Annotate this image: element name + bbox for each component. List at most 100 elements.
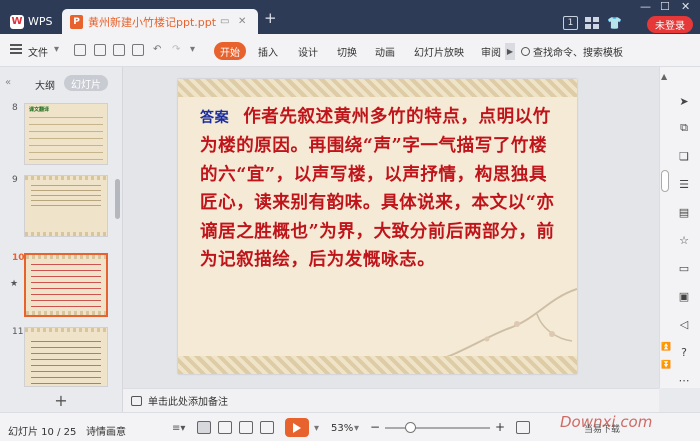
title-bar: W WPS P 黄州新建小竹楼记ppt.ppt ▭ ✕ + 1 👕 未登录 — …	[0, 0, 700, 34]
hamburger-menu-icon[interactable]	[10, 44, 22, 54]
tab-design[interactable]: 设计	[298, 44, 318, 59]
close-window-icon[interactable]: ✕	[681, 0, 690, 13]
zoom-dropdown-icon[interactable]: ▾	[354, 423, 359, 434]
image-icon[interactable]: ▣	[677, 289, 691, 303]
tab-animation[interactable]: 动画	[375, 44, 395, 59]
play-icon	[293, 422, 301, 433]
slide-number: 10	[12, 253, 25, 263]
apps-grid-icon[interactable]	[585, 17, 599, 29]
tab-review[interactable]: 审阅	[481, 44, 501, 59]
normal-view-icon[interactable]	[197, 421, 211, 434]
file-menu[interactable]: 文件	[28, 44, 48, 59]
play-slideshow-button[interactable]	[285, 418, 309, 437]
prev-slide-icon[interactable]: ⏫	[661, 342, 671, 351]
zoom-in-icon[interactable]: +	[495, 420, 505, 434]
close-tab-icon[interactable]: ✕	[238, 16, 246, 27]
tab-slideshow[interactable]: 幻灯片放映	[414, 44, 464, 59]
tab-insert[interactable]: 插入	[258, 44, 278, 59]
tab-slides[interactable]: 幻灯片	[64, 75, 108, 91]
zoom-level[interactable]: 53%	[331, 423, 353, 434]
more-icon[interactable]: ⋯	[677, 373, 691, 387]
presentation-file-icon: P	[70, 14, 83, 29]
slide-counter: 幻灯片 10 / 25	[8, 427, 77, 438]
answer-label: 答案	[200, 110, 230, 126]
fit-window-icon[interactable]	[516, 421, 530, 434]
slide-sorter-icon[interactable]	[218, 421, 232, 434]
preview-icon[interactable]	[132, 44, 144, 56]
search-icon	[521, 47, 530, 56]
slide-thumbnail[interactable]	[24, 327, 108, 387]
slide-number: 8	[12, 103, 18, 113]
copy-format-icon[interactable]: ⧉	[677, 121, 691, 135]
current-slide[interactable]: 答案 作者先叙述黄州多竹的特点，点明以竹为楼的原因。再围绕“声”字一气描写了竹楼的…	[178, 79, 577, 374]
right-toolbar	[659, 67, 700, 388]
zoom-out-icon[interactable]: −	[370, 420, 380, 434]
redo-icon[interactable]: ↷	[172, 44, 180, 55]
reading-view-icon[interactable]	[239, 421, 253, 434]
print-icon[interactable]	[113, 44, 125, 56]
save-icon[interactable]	[74, 44, 86, 56]
slide-border-bottom	[178, 356, 577, 374]
layout-icon[interactable]: ▭	[677, 261, 691, 275]
watermark-subtext: 当易下载	[584, 425, 621, 435]
document-tab[interactable]: P 黄州新建小竹楼记ppt.ppt ▭ ✕	[62, 9, 258, 34]
tab-start[interactable]: 开始	[214, 42, 246, 60]
notes-bar[interactable]: 单击此处添加备注	[123, 388, 659, 412]
zoom-slider-handle[interactable]	[405, 422, 416, 433]
tab-transition[interactable]: 切换	[337, 44, 357, 59]
zoom-slider[interactable]	[385, 427, 490, 429]
login-button[interactable]: 未登录	[647, 16, 693, 33]
thumbnail-border	[26, 311, 106, 315]
thumbnail-border	[25, 232, 107, 236]
slide-panel: « 大纲 幻灯片 8 课文翻译 9 10 ★ 11	[0, 67, 123, 388]
slide-body-text[interactable]: 答案 作者先叙述黄州多竹的特点，点明以竹为楼的原因。再围绕“声”字一气描写了竹楼的…	[200, 103, 560, 274]
minimize-icon[interactable]: —	[640, 0, 651, 13]
notes-placeholder: 单击此处添加备注	[148, 397, 228, 408]
collapse-panel-icon[interactable]: «	[5, 77, 11, 88]
add-slide-button[interactable]: +	[0, 388, 123, 412]
notes-icon	[131, 395, 142, 406]
monitor-icon[interactable]: ▭	[220, 16, 229, 27]
tabs-scroll-right-icon[interactable]: ▶	[505, 43, 515, 60]
document-icon[interactable]: ▤	[677, 205, 691, 219]
tab-outline[interactable]: 大纲	[35, 77, 55, 92]
plum-branch-decoration	[447, 288, 577, 358]
play-options-chevron-icon[interactable]: ▾	[314, 423, 319, 434]
shapes-icon[interactable]: ❏	[677, 149, 691, 163]
help-icon[interactable]: ?	[677, 345, 691, 359]
slide-thumbnail[interactable]: 课文翻译	[24, 103, 108, 165]
document-tab-title: 黄州新建小竹楼记ppt.ppt	[88, 15, 217, 29]
wps-home-tab[interactable]: W WPS	[4, 9, 58, 34]
menu-bar: 文件 ▾ ↶ ↷ ▾ 开始 插入 设计 切换 动画 幻灯片放映 审阅 ▶ 查找命…	[0, 34, 700, 67]
tab-count-badge[interactable]: 1	[563, 16, 578, 30]
notes-toggle-icon[interactable]: ≡▾	[172, 423, 185, 434]
answer-content: 作者先叙述黄州多竹的特点，点明以竹为楼的原因。再围绕“声”字一气描写了竹楼的六“…	[200, 107, 555, 271]
star-icon[interactable]: ☆	[677, 233, 691, 247]
settings-sliders-icon[interactable]: ☰	[677, 177, 691, 191]
wps-logo-icon: W	[10, 14, 24, 29]
canvas-scrollbar[interactable]	[661, 170, 669, 192]
export-icon[interactable]	[94, 44, 106, 56]
undo-icon[interactable]: ↶	[153, 44, 161, 55]
new-tab-icon[interactable]: +	[264, 11, 277, 26]
slide-thumbnail[interactable]	[24, 253, 108, 317]
wps-tab-label: WPS	[28, 15, 53, 28]
maximize-icon[interactable]: ☐	[660, 0, 670, 13]
thumbnail-title: 课文翻译	[29, 107, 50, 113]
command-search[interactable]: 查找命令、搜索模板	[521, 44, 623, 59]
presenter-view-icon[interactable]	[260, 421, 274, 434]
slide-thumbnail[interactable]	[24, 175, 108, 237]
animation-star-icon: ★	[10, 279, 19, 289]
slide-canvas: 答案 作者先叙述黄州多竹的特点，点明以竹为楼的原因。再围绕“声”字一气描写了竹楼的…	[123, 67, 659, 388]
thumbnail-content	[31, 336, 101, 384]
theme-name[interactable]: 诗情画意	[86, 423, 126, 438]
panel-scrollbar[interactable]	[115, 179, 120, 219]
thumbnail-content	[31, 184, 101, 206]
scroll-up-icon[interactable]: ▲	[661, 72, 667, 81]
audio-icon[interactable]: ◁	[677, 317, 691, 331]
next-slide-icon[interactable]: ⏬	[661, 360, 671, 369]
quick-access-more-icon[interactable]: ▾	[190, 44, 195, 55]
select-pointer-icon[interactable]: ➤	[677, 94, 691, 108]
chevron-down-icon[interactable]: ▾	[54, 44, 59, 55]
skin-icon[interactable]: 👕	[607, 16, 623, 30]
